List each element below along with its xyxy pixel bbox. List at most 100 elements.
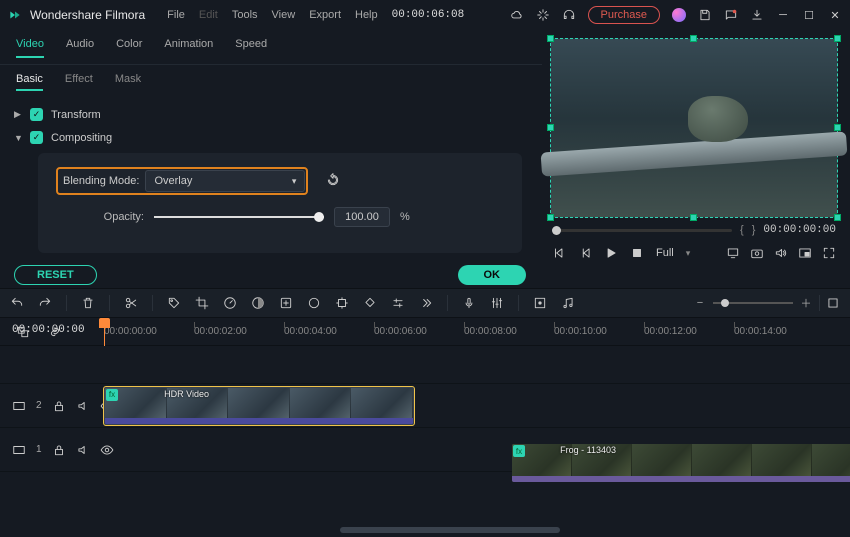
main-area: Video Audio Color Animation Speed Basic … [0,30,850,288]
render-icon[interactable] [533,296,547,310]
undo-icon[interactable] [10,296,24,310]
sub-tabs: Basic Effect Mask [0,65,542,99]
prev-frame-icon[interactable] [552,246,566,260]
resize-handle[interactable] [834,35,841,42]
resize-handle[interactable] [547,35,554,42]
subtab-mask[interactable]: Mask [115,73,141,91]
voiceover-icon[interactable] [462,296,476,310]
effects-icon[interactable] [279,296,293,310]
mixer-icon[interactable] [490,296,504,310]
lock-icon[interactable] [52,399,66,413]
menu-edit[interactable]: Edit [199,9,218,21]
clip-hdr-video[interactable]: fx HDR Video [104,387,414,425]
timeline-toolbar: − ＋ [0,288,850,318]
cut-icon[interactable] [124,296,138,310]
play-icon[interactable] [604,246,618,260]
zoom-out-icon[interactable]: − [693,296,707,310]
opacity-input[interactable]: 100.00 [334,207,390,227]
resize-handle[interactable] [690,214,697,221]
preview-viewport[interactable] [550,38,838,218]
opacity-slider[interactable] [154,210,324,224]
subtab-basic[interactable]: Basic [16,73,43,91]
zoom-in-icon[interactable]: ＋ [799,296,813,310]
resize-handle[interactable] [690,35,697,42]
stop-icon[interactable] [630,246,644,260]
keyframe-target-icon[interactable] [335,296,349,310]
color-icon[interactable] [251,296,265,310]
download-icon[interactable] [750,8,764,22]
crop-icon[interactable] [195,296,209,310]
resize-handle[interactable] [834,214,841,221]
reset-button[interactable]: RESET [14,265,97,285]
resize-handle[interactable] [547,214,554,221]
more-tools-icon[interactable] [419,296,433,310]
blend-mode-select[interactable]: Overlay ▾ [145,170,305,192]
clip-frog[interactable]: fx Frog - 113403 [512,444,850,482]
transform-section-header[interactable]: ▶ ✓ Transform [14,103,528,126]
visibility-icon[interactable] [100,443,114,457]
lock-icon[interactable] [52,443,66,457]
mark-in-icon[interactable]: { [740,224,744,236]
marker-icon[interactable] [363,296,377,310]
delete-icon[interactable] [81,296,95,310]
save-icon[interactable] [698,8,712,22]
fullscreen-icon[interactable] [822,246,836,260]
preview-time: 00:00:00:00 [763,224,836,236]
menu-file[interactable]: File [167,9,185,21]
headphones-icon[interactable] [562,8,576,22]
tag-icon[interactable] [167,296,181,310]
subtab-effect[interactable]: Effect [65,73,93,91]
music-icon[interactable] [561,296,575,310]
collapse-icon[interactable]: ▼ [14,133,22,143]
transform-checkbox[interactable]: ✓ [30,108,43,121]
tab-video[interactable]: Video [16,38,44,58]
preview-scrubber[interactable] [552,229,732,232]
sparkle-icon[interactable] [536,8,550,22]
snapshot-icon[interactable] [750,246,764,260]
zoom-slider[interactable] [713,302,793,304]
compositing-section-header[interactable]: ▼ ✓ Compositing [14,126,528,149]
menu-help[interactable]: Help [355,9,378,21]
compositing-checkbox[interactable]: ✓ [30,131,43,144]
tab-audio[interactable]: Audio [66,38,94,58]
window-close-icon[interactable]: ✕ [828,9,842,22]
zoom-fit-icon[interactable] [826,296,840,310]
clip-label: Frog - 113403 [528,445,616,455]
purchase-button[interactable]: Purchase [588,6,660,24]
category-tabs: Video Audio Color Animation Speed [0,32,542,65]
window-minimize-icon[interactable]: ─ [776,9,790,21]
adjust-icon[interactable] [391,296,405,310]
ruler-tick: 00:00:00:00 [104,326,194,337]
tab-speed[interactable]: Speed [235,38,267,58]
opacity-unit: % [400,211,410,223]
volume-icon[interactable] [774,246,788,260]
tab-color[interactable]: Color [116,38,142,58]
video-track-1[interactable]: 1 fx Frog - 113403 [0,428,850,472]
menu-tools[interactable]: Tools [232,9,258,21]
redo-icon[interactable] [38,296,52,310]
timeline-scrollbar[interactable] [340,527,560,533]
quality-select[interactable]: Full [656,247,674,259]
menu-view[interactable]: View [272,9,296,21]
menu-export[interactable]: Export [309,9,341,21]
mask-icon[interactable] [307,296,321,310]
revert-icon[interactable] [326,173,344,190]
window-maximize-icon[interactable]: ☐ [802,9,816,22]
expand-icon[interactable]: ▶ [14,109,22,120]
ok-button[interactable]: OK [458,265,527,285]
video-track-2[interactable]: 2 fx HDR Video [0,384,850,428]
display-icon[interactable] [726,246,740,260]
account-avatar-icon[interactable] [672,8,686,22]
speed-icon[interactable] [223,296,237,310]
mark-out-icon[interactable]: } [752,224,756,236]
resize-handle[interactable] [834,124,841,131]
mute-icon[interactable] [76,399,90,413]
cloud-icon[interactable] [510,8,524,22]
message-icon[interactable] [724,8,738,22]
mute-icon[interactable] [76,443,90,457]
tab-animation[interactable]: Animation [164,38,213,58]
resize-handle[interactable] [547,124,554,131]
pip-icon[interactable] [798,246,812,260]
timeline-ruler[interactable]: 00:00:00:00 00:00:00:00 00:00:02:00 00:0… [0,318,850,346]
step-back-icon[interactable] [578,246,592,260]
